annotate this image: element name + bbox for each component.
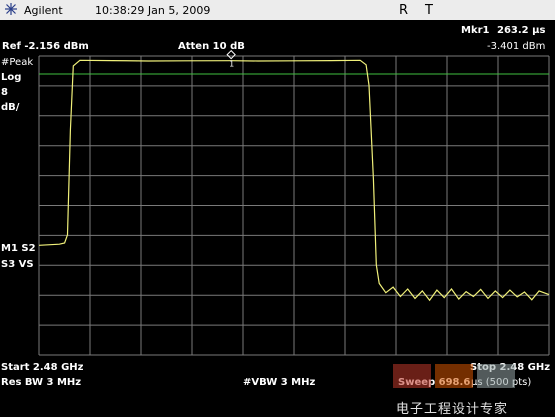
marker-level: -3.401 dBm <box>487 41 546 52</box>
scale-value: 8 <box>1 87 8 98</box>
status-m1s2: M1 S2 <box>1 243 36 254</box>
status-s3vs: S3 VS <box>1 259 34 270</box>
detector-mode: #Peak <box>1 57 34 68</box>
video-bandwidth: #VBW 3 MHz <box>243 377 316 388</box>
scale-type: Log <box>1 72 22 83</box>
attenuation: Atten 10 dB <box>178 41 245 52</box>
marker-label: Mkr1 <box>461 25 490 36</box>
reference-level: Ref -2.156 dBm <box>2 41 89 52</box>
resolution-bandwidth: Res BW 3 MHz <box>1 377 82 388</box>
watermark-logo-icon <box>393 364 515 388</box>
scale-unit: dB/ <box>1 102 20 113</box>
start-frequency: Start 2.48 GHz <box>1 362 84 373</box>
watermark-text: 电子工程设计专家 <box>396 402 509 417</box>
spectrum-plot: 1 <box>38 49 550 356</box>
marker-number: 1 <box>229 60 234 69</box>
marker-time: 263.2 µs <box>497 25 546 36</box>
